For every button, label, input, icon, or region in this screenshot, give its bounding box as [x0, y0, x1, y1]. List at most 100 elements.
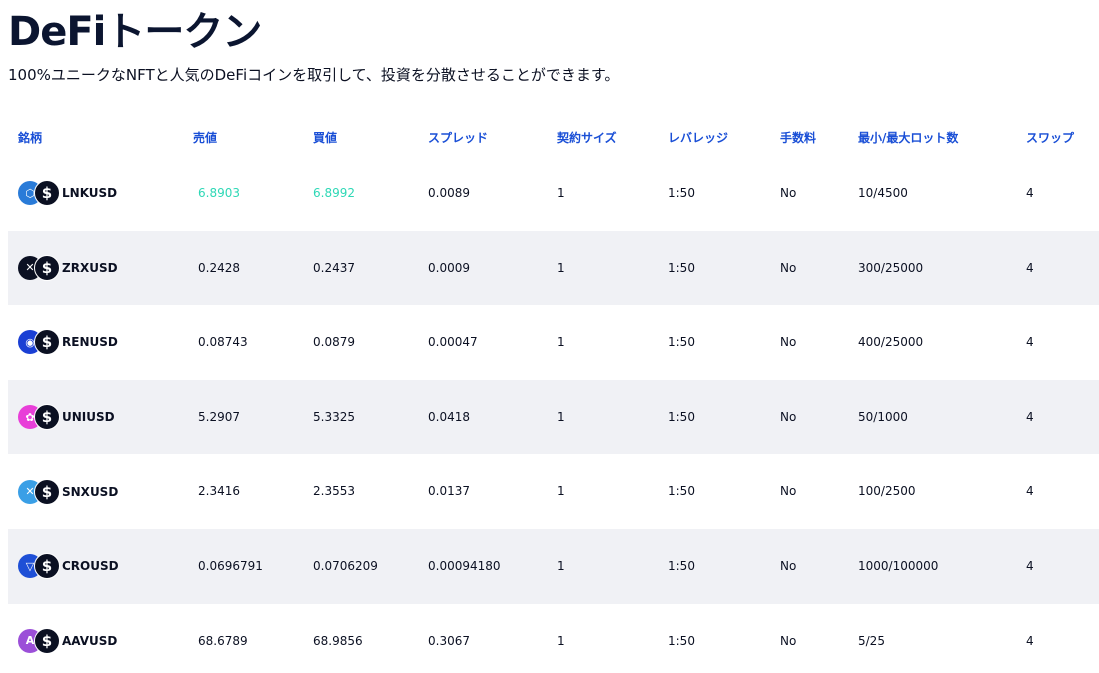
symbol-cell: A $ AAVUSD [18, 604, 117, 673]
page-subtitle: 100%ユニークなNFTと人気のDeFiコインを取引して、投資を分散させることが… [8, 66, 620, 84]
leverage-cell: 1:50 [668, 260, 695, 275]
buy-price-cell: 0.2437 [313, 260, 355, 275]
lot-range-cell: 400/25000 [858, 335, 924, 350]
dollar-coin-icon: $ [34, 180, 60, 207]
table-header: 銘柄 売値 買値 スプレッド 契約サイズ レバレッジ 手数料 最小/最大ロット数… [8, 120, 1099, 156]
contract-size-cell: 1 [557, 558, 565, 573]
symbol-cell: ▽ $ CROUSD [18, 529, 119, 604]
symbol-label: CROUSD [62, 559, 119, 574]
header-leverage: レバレッジ [668, 131, 729, 145]
contract-size-cell: 1 [557, 484, 565, 499]
leverage-cell: 1:50 [668, 558, 695, 573]
sell-price-cell: 0.2428 [198, 260, 240, 275]
contract-size-cell: 1 [557, 260, 565, 275]
symbol-cell: ⬡ $ LNKUSD [18, 156, 117, 231]
fee-cell: No [780, 260, 797, 275]
fee-cell: No [780, 558, 797, 573]
sell-price-cell: 5.2907 [198, 409, 240, 424]
header-symbol: 銘柄 [18, 131, 43, 145]
buy-price-cell: 68.9856 [313, 633, 363, 648]
pair-icon: A $ [18, 627, 60, 655]
table-row: ⬡ $ LNKUSD 6.8903 6.8992 0.0089 1 1:50 No 10/4500… [8, 156, 1099, 231]
defi-tokens-page: DeFiトークン 100%ユニークなNFTと人気のDeFiコインを取引して、投資… [0, 0, 1099, 673]
lot-range-cell: 100/2500 [858, 484, 916, 499]
lot-range-cell: 300/25000 [858, 260, 924, 275]
pair-icon: ◉ $ [18, 328, 60, 356]
symbol-label: SNXUSD [62, 484, 119, 499]
dollar-coin-icon: $ [34, 627, 60, 654]
leverage-cell: 1:50 [668, 186, 695, 200]
symbol-label: ZRXUSD [62, 260, 118, 275]
pair-icon: ✕ $ [18, 478, 60, 506]
symbol-cell: ✿ $ UNIUSD [18, 380, 115, 455]
page-title: DeFiトークン [8, 9, 262, 55]
buy-price-cell: 6.8992 [313, 186, 355, 200]
dollar-coin-icon: $ [34, 553, 60, 580]
spread-cell: 0.00047 [428, 335, 478, 350]
header-spread: スプレッド [428, 131, 489, 145]
table-row: ✿ $ UNIUSD 5.2907 5.3325 0.0418 1 1:50 No 50/1000… [8, 379, 1099, 455]
swap-cell: 4 [1026, 409, 1034, 424]
spread-cell: 0.0009 [428, 260, 470, 275]
sell-price-cell: 2.3416 [198, 484, 240, 499]
swap-cell: 4 [1026, 335, 1034, 350]
contract-size-cell: 1 [557, 335, 565, 350]
symbol-cell: ✕ $ SNXUSD [18, 454, 118, 529]
dollar-coin-icon: $ [34, 254, 60, 281]
symbol-label: RENUSD [62, 335, 118, 350]
spread-cell: 0.0137 [428, 484, 470, 499]
spread-cell: 0.3067 [428, 633, 470, 648]
header-lots: 最小/最大ロット数 [858, 131, 959, 145]
defi-price-table: 銘柄 売値 買値 スプレッド 契約サイズ レバレッジ 手数料 最小/最大ロット数… [8, 120, 1099, 673]
buy-price-cell: 0.0706209 [313, 558, 378, 573]
table-row: ▽ $ CROUSD 0.0696791 0.0706209 0.00094180 1 1:5… [8, 528, 1099, 604]
fee-cell: No [780, 186, 797, 200]
fee-cell: No [780, 409, 797, 424]
header-sell: 売値 [193, 131, 218, 145]
leverage-cell: 1:50 [668, 409, 695, 424]
pair-icon: ⬡ $ [18, 179, 60, 207]
table-row: A $ AAVUSD 68.6789 68.9856 0.3067 1 1:50 No 5/25 4 [8, 604, 1099, 673]
dollar-coin-icon: $ [34, 478, 60, 505]
contract-size-cell: 1 [557, 409, 565, 424]
spread-cell: 0.0418 [428, 409, 470, 424]
table-row: ◉ $ RENUSD 0.08743 0.0879 0.00047 1 1:50 No 400/2… [8, 305, 1099, 380]
swap-cell: 4 [1026, 558, 1034, 573]
header-buy: 買値 [313, 131, 338, 145]
contract-size-cell: 1 [557, 633, 565, 648]
symbol-label: UNIUSD [62, 410, 115, 425]
sell-price-cell: 68.6789 [198, 633, 248, 648]
sell-price-cell: 0.08743 [198, 335, 248, 350]
fee-cell: No [780, 484, 797, 499]
dollar-coin-icon: $ [34, 329, 60, 356]
pair-icon: ▽ $ [18, 552, 60, 580]
symbol-cell: ◉ $ RENUSD [18, 305, 118, 380]
table-row: ✕ $ SNXUSD 2.3416 2.3553 0.0137 1 1:50 No 100/250… [8, 454, 1099, 529]
swap-cell: 4 [1026, 484, 1034, 499]
swap-cell: 4 [1026, 260, 1034, 275]
lot-range-cell: 10/4500 [858, 186, 908, 200]
symbol-label: AAVUSD [62, 633, 118, 648]
symbol-cell: ✕ $ ZRXUSD [18, 231, 118, 306]
header-swap: スワップ [1026, 131, 1075, 145]
swap-cell: 4 [1026, 186, 1034, 200]
header-fee: 手数料 [780, 131, 817, 145]
fee-cell: No [780, 335, 797, 350]
leverage-cell: 1:50 [668, 484, 695, 499]
buy-price-cell: 5.3325 [313, 409, 355, 424]
dollar-coin-icon: $ [34, 404, 60, 431]
table-body: ⬡ $ LNKUSD 6.8903 6.8992 0.0089 1 1:50 No 10/4500… [8, 156, 1099, 673]
leverage-cell: 1:50 [668, 633, 695, 648]
buy-price-cell: 2.3553 [313, 484, 355, 499]
fee-cell: No [780, 633, 797, 648]
table-row: ✕ $ ZRXUSD 0.2428 0.2437 0.0009 1 1:50 No 300/250… [8, 230, 1099, 306]
lot-range-cell: 1000/100000 [858, 558, 939, 573]
buy-price-cell: 0.0879 [313, 335, 355, 350]
symbol-label: LNKUSD [62, 186, 118, 201]
spread-cell: 0.00094180 [428, 558, 501, 573]
sell-price-cell: 0.0696791 [198, 558, 263, 573]
lot-range-cell: 5/25 [858, 633, 885, 648]
lot-range-cell: 50/1000 [858, 409, 908, 424]
swap-cell: 4 [1026, 633, 1034, 648]
spread-cell: 0.0089 [428, 186, 470, 200]
